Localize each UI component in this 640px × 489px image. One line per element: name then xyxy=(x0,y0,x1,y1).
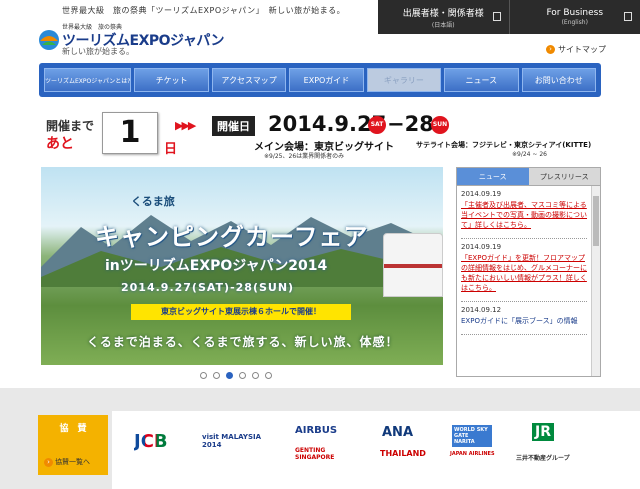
sponsor-logo-genting[interactable]: GENTING SINGAPORE xyxy=(295,447,355,461)
banner-venue: 東京ビッグサイト東展示棟６ホールで開催！ xyxy=(131,304,351,320)
nav-about[interactable]: ツーリズムEXPOジャパンとは? xyxy=(44,68,132,92)
sitemap-link[interactable]: › サイトマップ xyxy=(546,44,606,55)
banner-tagline: くるまで泊まる、くるまで旅する、新しい旅、体感！ xyxy=(87,335,399,349)
sponsor-logo-mitsui[interactable]: 三井不動産グループ xyxy=(516,453,570,462)
carousel-dot-active[interactable] xyxy=(226,372,233,379)
sat-badge: SAT xyxy=(368,116,386,134)
tab-press[interactable]: プレスリリース xyxy=(528,168,600,186)
news-panel: ニュース プレスリリース 2014.09.19 「主催者及び出展者、マスコミ等に… xyxy=(456,167,601,377)
arrow-right-icon: › xyxy=(546,45,555,54)
carousel-dot[interactable] xyxy=(200,372,207,379)
business-label: For Business xyxy=(546,8,604,18)
camper-van-image xyxy=(383,233,443,297)
exhibitor-sub: (日本語) xyxy=(431,21,455,29)
nav-ticket[interactable]: チケット xyxy=(134,68,209,92)
venue-note: ※9/25、26は業界関係者のみ xyxy=(264,153,345,160)
news-link[interactable]: EXPOガイドに「展示ブース」の情報 xyxy=(461,316,587,326)
list-item: 2014.09.19 「主催者及び出展者、マスコミ等による当イベントでの写真・動… xyxy=(461,186,587,239)
news-date: 2014.09.12 xyxy=(461,306,502,314)
logo-mark-icon[interactable] xyxy=(38,29,60,51)
sponsor-logo-jal[interactable]: JAPAN AIRLINES xyxy=(450,451,495,457)
tagline: 世界最大級 旅の祭典「ツーリズムEXPOジャパン」 新しい旅が始まる。 xyxy=(62,6,346,15)
main-nav: ツーリズムEXPOジャパンとは? チケット アクセスマップ EXPOガイド ギャ… xyxy=(39,63,601,97)
satellite-note: ※9/24 ~ 26 xyxy=(512,151,547,158)
sponsor-logo-thailand[interactable]: THAILAND xyxy=(380,449,426,458)
nav-contact[interactable]: お問い合わせ xyxy=(521,68,596,92)
news-tabs: ニュース プレスリリース xyxy=(457,168,600,186)
countdown-label: 開催まで xyxy=(46,119,95,133)
carousel-dot[interactable] xyxy=(213,372,220,379)
news-date: 2014.09.19 xyxy=(461,243,502,251)
banner-subtitle: inツーリズムEXPOジャパン2014 xyxy=(105,258,328,274)
sponsor-logo-ana[interactable]: ANA xyxy=(382,425,413,440)
list-item: 2014.09.12 EXPOガイドに「展示ブース」の情報 xyxy=(461,302,587,335)
sponsor-label: 協 賛 xyxy=(59,424,87,434)
countdown-label-remaining: あと xyxy=(46,136,74,152)
arrow-right-icon: › xyxy=(44,457,53,467)
logo-subtitle: 新しい旅が始まる。 xyxy=(62,47,134,56)
top-buttons: 出展者様・関係者様 (日本語) For Business (English) xyxy=(378,0,640,34)
carousel-dots xyxy=(200,372,272,379)
sponsor-list-link[interactable]: › 協賛一覧へ xyxy=(44,457,90,467)
news-link[interactable]: 「EXPOガイド」を更新！フロアマップの詳細情報をはじめ、グルメコーナーにも新た… xyxy=(461,253,587,293)
nav-gallery[interactable]: ギャラリー xyxy=(366,68,442,92)
news-list: 2014.09.19 「主催者及び出展者、マスコミ等による当イベントでの写真・動… xyxy=(457,186,591,376)
business-sub: (English) xyxy=(561,19,588,26)
new-window-icon xyxy=(624,12,632,21)
countdown-days: 1 xyxy=(102,112,158,154)
new-window-icon xyxy=(492,12,501,21)
hero-banner[interactable]: くるま旅 キャンピングカーフェア inツーリズムEXPOジャパン2014 201… xyxy=(41,167,443,365)
sponsor-logo-airbus[interactable]: AIRBUS xyxy=(295,425,337,436)
news-scrollbar[interactable] xyxy=(591,186,600,376)
nav-guide[interactable]: EXPOガイド xyxy=(289,68,364,92)
nav-access[interactable]: アクセスマップ xyxy=(211,68,287,92)
satellite-venue: サテライト会場：フジテレビ・東京シティアイ(KITTE) xyxy=(416,141,592,149)
exhibitor-button[interactable]: 出展者様・関係者様 (日本語) xyxy=(378,0,509,34)
date-badge: 開催日 xyxy=(212,116,255,136)
countdown-unit: 日 xyxy=(164,142,178,157)
nav-news[interactable]: ニュース xyxy=(444,68,519,92)
sponsor-logo-jr[interactable]: JR xyxy=(532,423,554,441)
business-button[interactable]: For Business (English) xyxy=(508,0,640,34)
sponsor-list-label: 協賛一覧へ xyxy=(55,458,90,466)
list-item: 2014.09.19 「EXPOガイド」を更新！フロアマップの詳細情報をはじめ、… xyxy=(461,239,587,302)
sponsor-logo-malaysia[interactable]: visit MALAYSIA 2014 xyxy=(202,433,262,449)
carousel-dot[interactable] xyxy=(239,372,246,379)
news-link[interactable]: 「主催者及び出展者、マスコミ等による当イベントでの写真・動画の撮影について」詳し… xyxy=(461,200,587,230)
sitemap-label: サイトマップ xyxy=(558,45,606,54)
news-date: 2014.09.19 xyxy=(461,190,502,198)
banner-date: 2014.9.27(SAT)-28(SUN) xyxy=(121,281,295,294)
banner-title: キャンピングカーフェア xyxy=(95,223,369,251)
sponsor-box: 協 賛 › 協賛一覧へ xyxy=(38,415,108,475)
sponsor-logos: JCB visit MALAYSIA 2014 AIRBUS GENTING S… xyxy=(112,411,640,489)
banner-tag: くるま旅 xyxy=(131,195,175,208)
sun-badge: SUN xyxy=(431,116,449,134)
carousel-dot[interactable] xyxy=(265,372,272,379)
arrows-icon: ▶▶▶ xyxy=(175,119,196,132)
exhibitor-label: 出展者様・関係者様 xyxy=(402,8,484,19)
carousel-dot[interactable] xyxy=(252,372,259,379)
tab-news[interactable]: ニュース xyxy=(457,168,529,186)
sponsor-logo-narita[interactable]: WORLD SKY GATE NARITA xyxy=(452,425,492,447)
event-date-end: −28 xyxy=(387,112,434,136)
sponsor-logo-jcb[interactable]: JCB xyxy=(134,431,168,452)
